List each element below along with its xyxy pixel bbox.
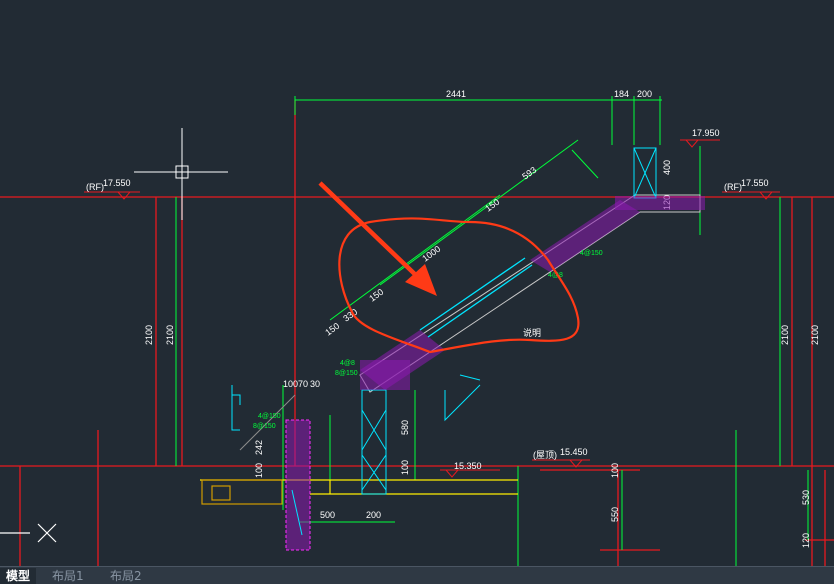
rebar-label-c: 4@8 [340,360,355,367]
dim-v-530: 530 [801,490,811,505]
dim-right-2100-b: 2100 [810,325,820,345]
dim-v-550: 550 [610,507,620,522]
dim-right-2100-a: 2100 [780,325,790,345]
dim-top-left-100: 10070 [283,379,308,389]
dim-top-left-30: 30 [310,379,320,389]
tab-model[interactable]: 模型 [0,568,37,584]
annotation-note: 说明 [523,327,541,338]
dim-top-200: 200 [637,89,652,99]
svg-text:(屋顶): (屋顶) [533,450,557,460]
dim-diag-150-mid: 150 [367,287,385,304]
svg-text:17.550: 17.550 [741,178,769,188]
rebar-label-b: 8@150 [253,423,276,430]
dim-top-184: 184 [614,89,629,99]
rebar-label-d: 8@150 [335,370,358,377]
svg-text:17.950: 17.950 [692,128,720,138]
svg-text:(RF): (RF) [86,182,104,192]
elevation-marker-left: (RF) 17.550 [84,178,140,200]
cad-drawing-canvas[interactable]: 2441 184 200 593 150 1000 150 330 150 21… [0,0,834,566]
elevation-marker-floor: 15.350 [440,461,500,478]
dim-left-2100-b: 2100 [165,325,175,345]
svg-text:17.550: 17.550 [103,178,131,188]
dim-v-100-right: 100 [610,463,620,478]
dim-left-2100-a: 2100 [144,325,154,345]
dim-v-580: 580 [400,420,410,435]
ucs-icon [0,523,57,543]
dim-v-100: 100 [400,460,410,475]
svg-text:(RF): (RF) [724,182,742,192]
dim-v-120-right: 120 [801,533,811,548]
dim-bottom-200: 200 [366,510,381,520]
svg-text:15.350: 15.350 [454,461,482,471]
crosshair-cursor [134,128,228,220]
layout-tab-bar: 模型 布局1 布局2 [0,566,834,584]
dim-diag-1000: 1000 [420,244,442,264]
rebar-label-e: 4@150 [580,250,603,257]
dim-v-100-left: 100 [254,463,264,478]
rebar-label-a: 4@150 [258,413,281,420]
dim-diag-150-low: 150 [323,321,341,338]
dim-diag-593: 593 [520,165,538,182]
elevation-marker-right: (RF) 17.550 [722,178,780,200]
tab-layout1[interactable]: 布局1 [46,568,90,584]
dim-v-242: 242 [254,440,264,455]
green-dimension-lines [175,96,809,566]
dim-diag-150-top: 150 [483,197,501,214]
markup-arrow [318,181,437,296]
yellow-slab-lines [200,479,518,505]
elevation-marker-lower: (屋顶) 15.450 [532,447,590,468]
dim-bottom-500: 500 [320,510,335,520]
tab-layout2[interactable]: 布局2 [104,568,148,584]
elevation-marker-top-right: 17.950 [680,128,720,148]
dim-v-400: 400 [662,160,672,175]
svg-text:15.450: 15.450 [560,447,588,457]
column-left [285,419,311,551]
dim-top-span: 2441 [446,89,466,99]
